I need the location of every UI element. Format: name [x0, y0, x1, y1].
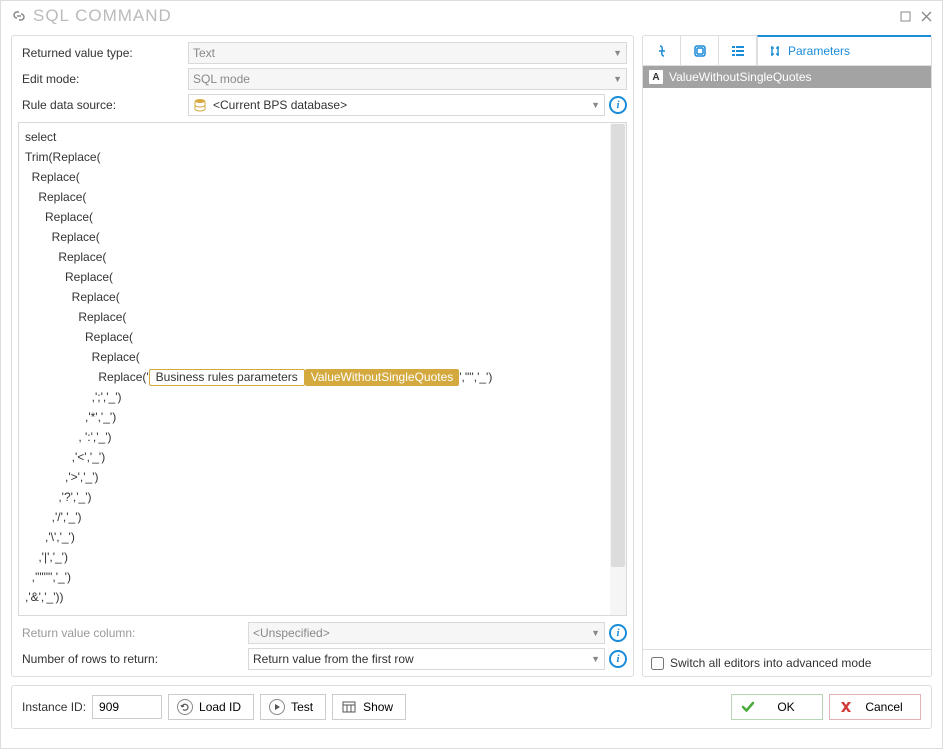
edit-mode-label: Edit mode: — [18, 72, 188, 86]
maximize-button[interactable] — [900, 11, 911, 22]
type-badge: A — [649, 70, 663, 84]
chevron-down-icon: ▼ — [591, 100, 600, 110]
info-icon[interactable]: i — [609, 96, 627, 114]
advanced-mode-label: Switch all editors into advanced mode — [670, 656, 871, 670]
show-icon — [341, 699, 357, 715]
cancel-icon — [838, 699, 854, 715]
instance-id-input[interactable] — [92, 695, 162, 719]
scrollbar-track[interactable] — [610, 123, 626, 615]
param-tag-category[interactable]: Business rules parameters — [149, 369, 305, 386]
load-icon — [177, 699, 193, 715]
rows-combo[interactable]: Return value from the first row ▼ — [248, 648, 605, 670]
database-icon — [193, 98, 207, 112]
ok-button[interactable]: OK — [731, 694, 823, 720]
returned-value-combo[interactable]: Text ▼ — [188, 42, 627, 64]
close-button[interactable] — [921, 11, 932, 22]
chevron-down-icon: ▼ — [613, 48, 622, 58]
load-id-button[interactable]: Load ID — [168, 694, 254, 720]
data-source-label: Rule data source: — [18, 98, 188, 112]
advanced-mode-row: Switch all editors into advanced mode — [643, 649, 931, 676]
footer: Instance ID: Load ID Test Show OK Cancel — [11, 685, 932, 729]
advanced-mode-checkbox[interactable] — [651, 657, 664, 670]
cancel-button[interactable]: Cancel — [829, 694, 921, 720]
chevron-down-icon: ▼ — [613, 74, 622, 84]
right-panel: Parameters A ValueWithoutSingleQuotes Sw… — [642, 35, 932, 677]
left-panel: Returned value type: Text ▼ Edit mode: S… — [11, 35, 634, 677]
parameter-item[interactable]: A ValueWithoutSingleQuotes — [643, 66, 931, 88]
show-button[interactable]: Show — [332, 694, 406, 720]
title-bar: SQL COMMAND — [1, 1, 942, 29]
returned-value-label: Returned value type: — [18, 46, 188, 60]
tab-values[interactable] — [681, 36, 719, 65]
tab-functions[interactable] — [643, 36, 681, 65]
tab-parameters[interactable]: Parameters — [757, 35, 931, 65]
return-col-label: Return value column: — [18, 626, 248, 640]
link-icon — [11, 8, 27, 24]
info-icon[interactable]: i — [609, 624, 627, 642]
test-button[interactable]: Test — [260, 694, 326, 720]
window-title: SQL COMMAND — [33, 6, 172, 26]
chevron-down-icon: ▼ — [591, 654, 600, 664]
play-icon — [269, 699, 285, 715]
sql-editor[interactable]: select Trim(Replace( Replace( Replace( R… — [18, 122, 627, 616]
chevron-down-icon: ▼ — [591, 628, 600, 638]
scrollbar-thumb[interactable] — [611, 124, 625, 567]
instance-id-label: Instance ID: — [22, 700, 86, 714]
parameter-list: A ValueWithoutSingleQuotes — [643, 66, 931, 649]
tab-fields[interactable] — [719, 36, 757, 65]
return-col-combo[interactable]: <Unspecified> ▼ — [248, 622, 605, 644]
parameter-name: ValueWithoutSingleQuotes — [669, 70, 812, 84]
info-icon[interactable]: i — [609, 650, 627, 668]
tabs: Parameters — [643, 36, 931, 66]
param-tag-value[interactable]: ValueWithoutSingleQuotes — [305, 369, 460, 386]
rows-label: Number of rows to return: — [18, 652, 248, 666]
edit-mode-combo[interactable]: SQL mode ▼ — [188, 68, 627, 90]
data-source-combo[interactable]: <Current BPS database> ▼ — [188, 94, 605, 116]
parameters-icon — [768, 44, 782, 58]
check-icon — [740, 699, 756, 715]
